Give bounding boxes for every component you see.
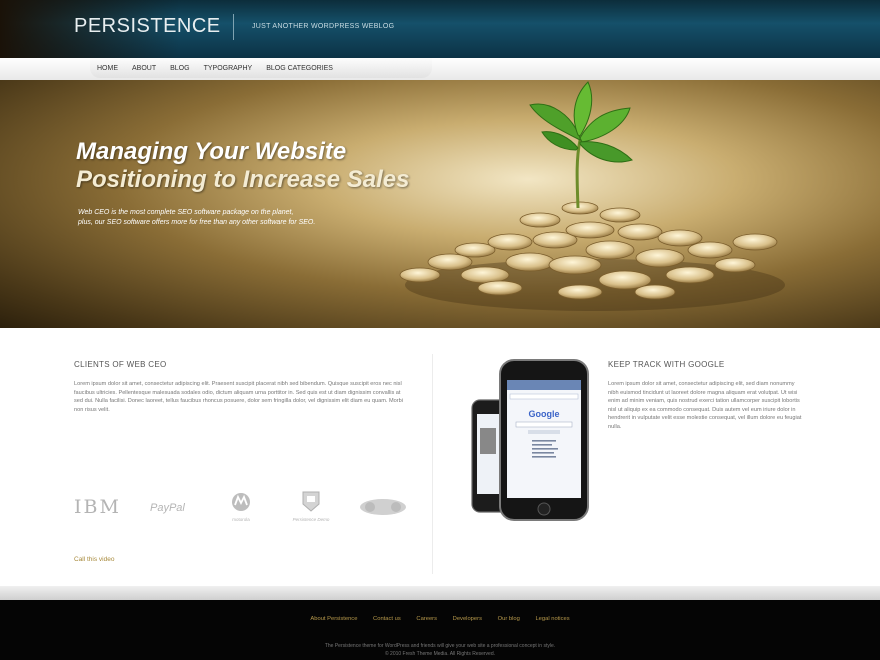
- persistence-demo-label: Persistence Demo: [292, 517, 330, 522]
- logo-divider: [233, 14, 234, 40]
- footer-copy-line2: © 2010 Fresh Theme Media. All Rights Res…: [384, 651, 496, 657]
- svg-text:Google: Google: [529, 409, 560, 419]
- nav-blog[interactable]: BLOG: [163, 65, 196, 72]
- google-title: KEEP TRACK WITH GOOGLE: [608, 360, 725, 369]
- shield-icon: [302, 491, 320, 512]
- nav-home[interactable]: HOME: [90, 65, 125, 72]
- nav-typography[interactable]: TYPOGRAPHY: [197, 65, 260, 72]
- hero-title: Managing Your Website Positioning to Inc…: [76, 138, 409, 194]
- site-footer: About Persistence Contact us Careers Dev…: [0, 600, 880, 660]
- partner-logos: IBM PayPal motorola Persistence Demo: [74, 490, 414, 534]
- footer-link-careers[interactable]: Careers: [416, 616, 437, 622]
- clients-text: Lorem ipsum dolor sit amet, consectetur …: [74, 381, 403, 413]
- column-divider: [432, 354, 433, 574]
- partner-logo-motorola: motorola: [217, 492, 265, 522]
- hero-subtitle-line2: plus, our SEO software offers more for f…: [78, 219, 316, 226]
- footer-links: About Persistence Contact us Careers Dev…: [0, 616, 880, 622]
- sprout-illustration: [529, 81, 633, 209]
- nav-blog-categories[interactable]: BLOG CATEGORIES: [259, 65, 340, 72]
- partner-logo-ibm: IBM: [74, 496, 121, 518]
- nav-about[interactable]: ABOUT: [125, 65, 163, 72]
- main-nav: HOME ABOUT BLOG TYPOGRAPHY BLOG CATEGORI…: [90, 58, 432, 78]
- motorola-label: motorola: [232, 517, 250, 522]
- footer-link-developers[interactable]: Developers: [453, 616, 482, 622]
- motorola-emblem-icon: [232, 493, 250, 511]
- hero-title-line2: Positioning to Increase Sales: [76, 166, 410, 193]
- footer-link-about[interactable]: About Persistence: [310, 616, 357, 622]
- hero-subtitle: Web CEO is the most complete SEO softwar…: [78, 208, 428, 228]
- partner-logo-paypal: PayPal: [150, 502, 185, 514]
- partner-logo-persistence: Persistence Demo: [286, 490, 336, 523]
- partner-logo-badge: [358, 498, 408, 521]
- footer-link-legal[interactable]: Legal notices: [535, 616, 569, 622]
- footer-link-blog[interactable]: Our blog: [498, 616, 520, 622]
- clients-title: CLIENTS OF WEB CEO: [74, 360, 167, 369]
- footer-link-contact[interactable]: Contact us: [373, 616, 401, 622]
- badge-logo-icon: [360, 499, 406, 515]
- site-tagline: JUST ANOTHER WORDPRESS WEBLOG: [252, 23, 395, 30]
- hero-title-line1: Managing Your Website: [76, 138, 347, 165]
- site-logo[interactable]: PERSISTENCE: [74, 15, 221, 38]
- footer-top-band: [0, 586, 880, 600]
- google-text: Lorem ipsum dolor sit amet, consectetur …: [608, 381, 802, 430]
- smartphone-illustration: Google: [471, 359, 589, 521]
- footer-copy-line1: The Persistence theme for WordPress and …: [324, 643, 556, 649]
- call-video-link[interactable]: Call this video: [74, 556, 114, 563]
- hero-subtitle-line1: Web CEO is the most complete SEO softwar…: [78, 209, 294, 216]
- hero-banner: Managing Your Website Positioning to Inc…: [0, 80, 880, 328]
